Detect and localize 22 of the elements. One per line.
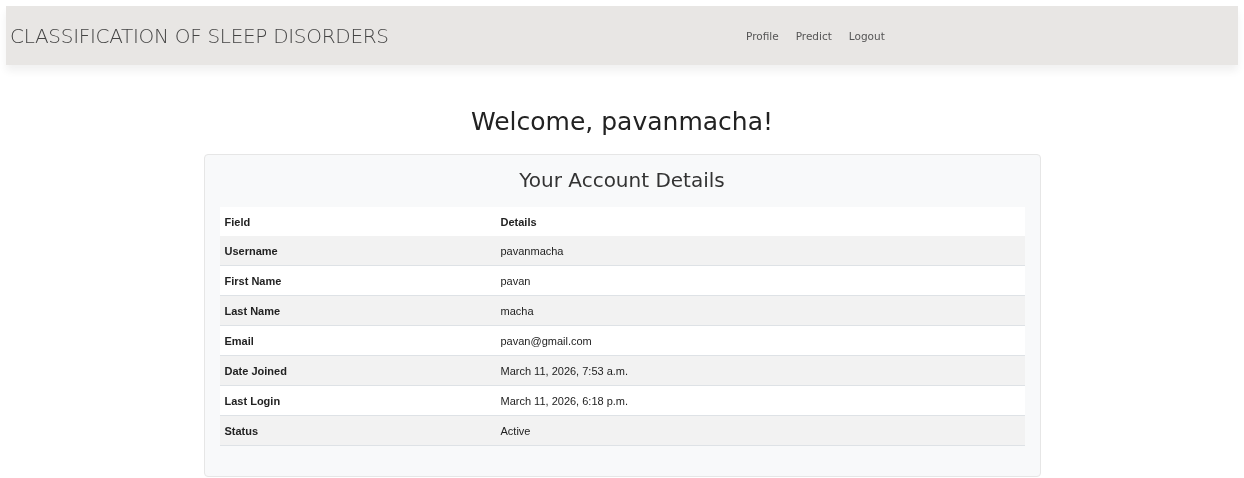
brand-title: CLASSIFICATION OF SLEEP DISORDERS	[10, 23, 390, 48]
table-cell: Date Joined	[219, 355, 496, 386]
table-cell: Status	[219, 415, 496, 446]
table-cell: Last Login	[219, 385, 496, 416]
column-header: Details	[495, 207, 1025, 236]
nav-link[interactable]: Logout	[848, 29, 885, 42]
card-title: Your Account Details	[518, 167, 726, 193]
table-cell: March 11, 2026, 6:18 p.m.	[495, 385, 1025, 416]
table-cell: pavan@gmail.com	[495, 325, 1025, 356]
table-cell: macha	[495, 295, 1025, 326]
nav-link[interactable]: Profile	[746, 29, 779, 42]
column-header: Field	[219, 207, 496, 236]
table-cell: pavanmacha	[495, 236, 1025, 266]
nav-link[interactable]: Predict	[795, 29, 832, 42]
table-cell: pavan	[495, 265, 1025, 296]
table-cell: Active	[495, 415, 1025, 446]
table-cell: March 11, 2026, 7:53 a.m.	[495, 355, 1025, 386]
table-cell: Last Name	[219, 295, 496, 326]
table-cell: First Name	[219, 265, 496, 296]
table-cell: Email	[219, 325, 496, 356]
welcome-heading: Welcome, pavanmacha!	[470, 107, 774, 137]
table-cell: Username	[219, 236, 496, 266]
